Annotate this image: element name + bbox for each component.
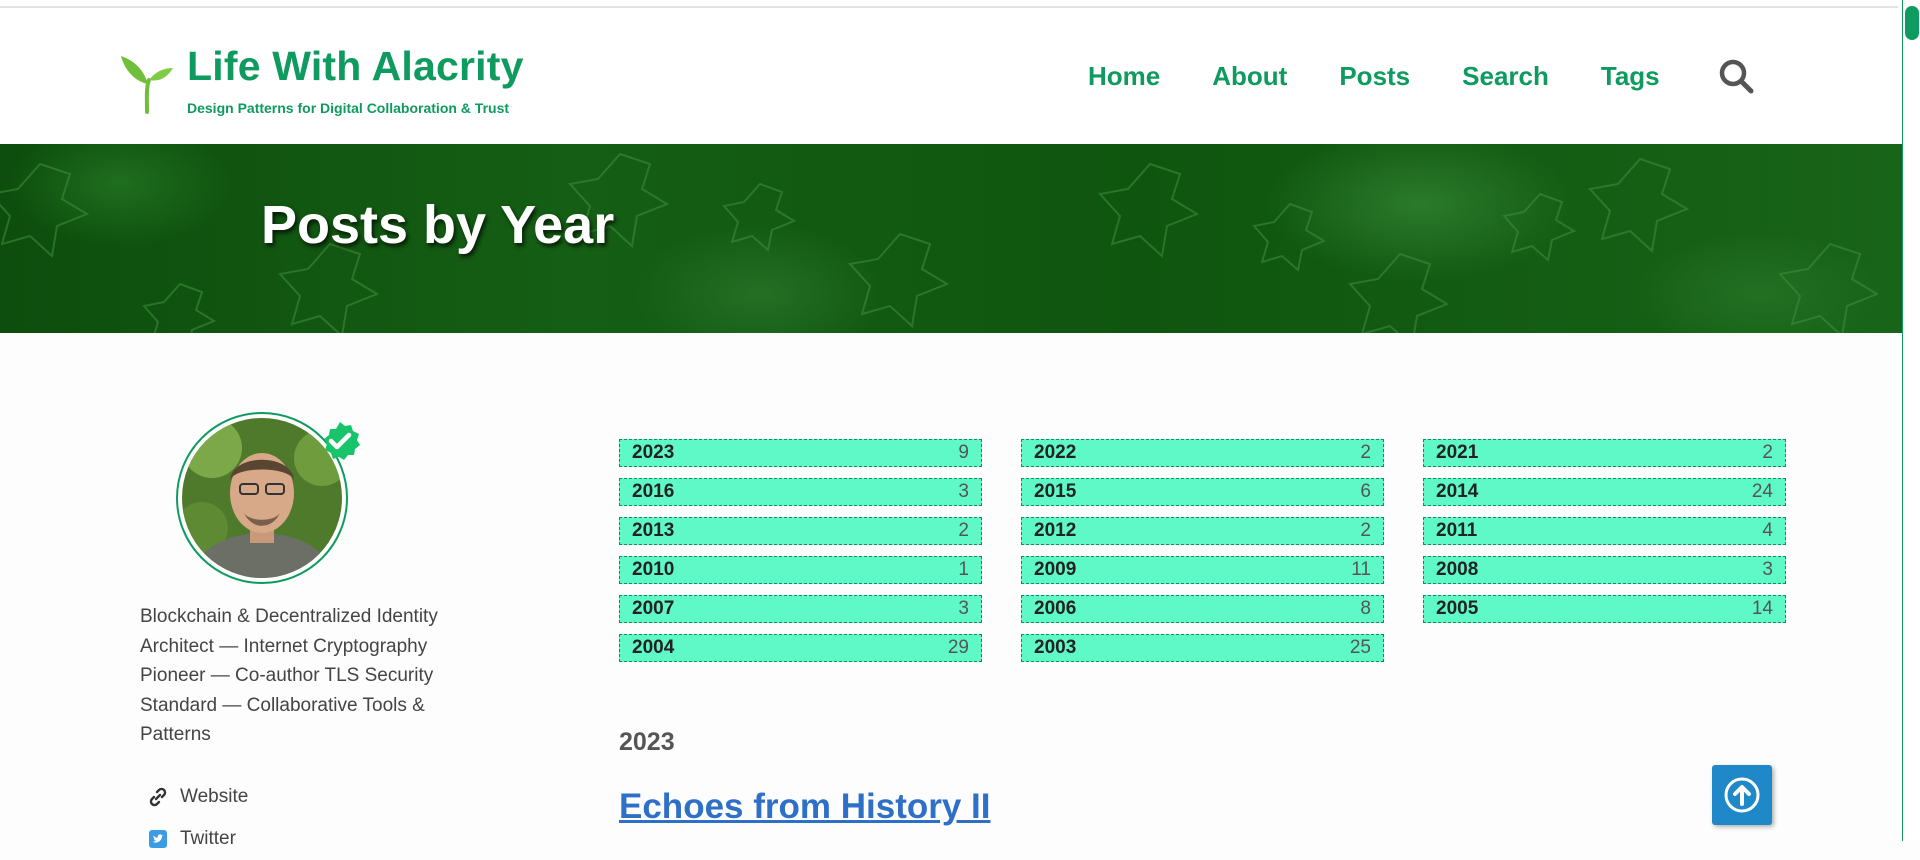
post-count: 2 (1360, 442, 1371, 463)
page-title: Posts by Year (261, 195, 615, 255)
twitter-link[interactable]: Twitter (148, 818, 248, 860)
post-count: 14 (1751, 598, 1773, 619)
year-label: 2009 (1034, 559, 1077, 580)
year-tag-2008[interactable]: 2008 3 (1423, 556, 1786, 584)
year-label: 2021 (1436, 442, 1479, 463)
year-section-heading: 2023 (619, 728, 675, 756)
post-count: 8 (1360, 598, 1371, 619)
nav-tags[interactable]: Tags (1601, 56, 1660, 96)
author-photo (178, 418, 346, 582)
year-tag-2011[interactable]: 2011 4 (1423, 517, 1786, 545)
back-to-top-button[interactable] (1712, 765, 1772, 825)
post-count: 25 (1349, 637, 1371, 658)
year-tag-2005[interactable]: 2005 14 (1423, 595, 1786, 623)
year-label: 2016 (632, 481, 675, 502)
site-tagline: Design Patterns for Digital Collaboratio… (187, 100, 510, 116)
author-bio: Blockchain & Decentralized Identity Arch… (140, 606, 438, 745)
year-label: 2003 (1034, 637, 1077, 658)
main-nav: Home About Posts Search Tags (1088, 56, 1754, 96)
author-links: Website Twitter (148, 776, 248, 860)
site-title[interactable]: Life With Alacrity (187, 42, 524, 90)
year-tag-2006[interactable]: 2006 8 (1021, 595, 1384, 623)
year-tag-2021[interactable]: 2021 2 (1423, 439, 1786, 467)
post-count: 2 (1360, 520, 1371, 541)
year-tag-grid: 2023 9 2022 2 2021 2 2016 3 2015 6 2014 24 2013 2 2012… (619, 439, 1787, 662)
post-count: 2 (1762, 442, 1773, 463)
website-link-label[interactable]: Website (180, 786, 248, 808)
post-count: 3 (1762, 559, 1773, 580)
year-tag-2012[interactable]: 2012 2 (1021, 517, 1384, 545)
website-link[interactable]: Website (148, 776, 248, 818)
year-label: 2004 (632, 637, 675, 658)
year-label: 2010 (632, 559, 675, 580)
year-label: 2022 (1034, 442, 1077, 463)
nav-search[interactable]: Search (1462, 56, 1549, 96)
site-header: Life With Alacrity Design Patterns for D… (0, 8, 1902, 144)
page-scrollbar[interactable] (1902, 0, 1920, 841)
post-count: 24 (1751, 481, 1773, 502)
year-tag-2014[interactable]: 2014 24 (1423, 478, 1786, 506)
year-label: 2023 (632, 442, 675, 463)
year-label: 2008 (1436, 559, 1479, 580)
post-count: 3 (958, 598, 969, 619)
verified-badge-icon (324, 422, 360, 460)
year-label: 2014 (1436, 481, 1479, 502)
year-tag-2004[interactable]: 2004 29 (619, 634, 982, 662)
post-count: 9 (958, 442, 969, 463)
nav-posts[interactable]: Posts (1339, 56, 1410, 96)
sprout-logo-icon (121, 56, 173, 114)
author-avatar-wrapper (176, 412, 360, 584)
link-icon (149, 787, 167, 807)
year-label: 2005 (1436, 598, 1479, 619)
year-tag-2015[interactable]: 2015 6 (1021, 478, 1384, 506)
nav-home[interactable]: Home (1088, 56, 1160, 96)
twitter-link-label[interactable]: Twitter (180, 828, 236, 850)
year-label: 2012 (1034, 520, 1077, 541)
post-count: 11 (1351, 559, 1371, 580)
search-icon[interactable] (1718, 58, 1754, 94)
top-border (0, 0, 1898, 8)
post-count: 3 (958, 481, 969, 502)
year-label: 2013 (632, 520, 675, 541)
year-tag-2016[interactable]: 2016 3 (619, 478, 982, 506)
year-label: 2006 (1034, 598, 1077, 619)
nav-about[interactable]: About (1212, 56, 1287, 96)
scrollbar-thumb[interactable] (1905, 6, 1919, 40)
arrow-up-circle-icon (1724, 777, 1760, 813)
year-tag-2022[interactable]: 2022 2 (1021, 439, 1384, 467)
post-count: 4 (1762, 520, 1773, 541)
post-count: 1 (958, 559, 969, 580)
twitter-icon (149, 830, 167, 848)
post-title-link[interactable]: Echoes from History II (619, 787, 990, 827)
year-tag-2023[interactable]: 2023 9 (619, 439, 982, 467)
year-tag-2007[interactable]: 2007 3 (619, 595, 982, 623)
post-count: 2 (958, 520, 969, 541)
year-tag-2013[interactable]: 2013 2 (619, 517, 982, 545)
page-hero: Posts by Year (0, 144, 1902, 333)
year-tag-2010[interactable]: 2010 1 (619, 556, 982, 584)
year-label: 2011 (1436, 520, 1478, 541)
year-label: 2015 (1034, 481, 1077, 502)
site-brand[interactable]: Life With Alacrity Design Patterns for D… (119, 42, 524, 116)
year-tag-2003[interactable]: 2003 25 (1021, 634, 1384, 662)
year-label: 2007 (632, 598, 675, 619)
post-count: 6 (1360, 481, 1371, 502)
post-count: 29 (947, 637, 969, 658)
year-tag-2009[interactable]: 2009 11 (1021, 556, 1384, 584)
